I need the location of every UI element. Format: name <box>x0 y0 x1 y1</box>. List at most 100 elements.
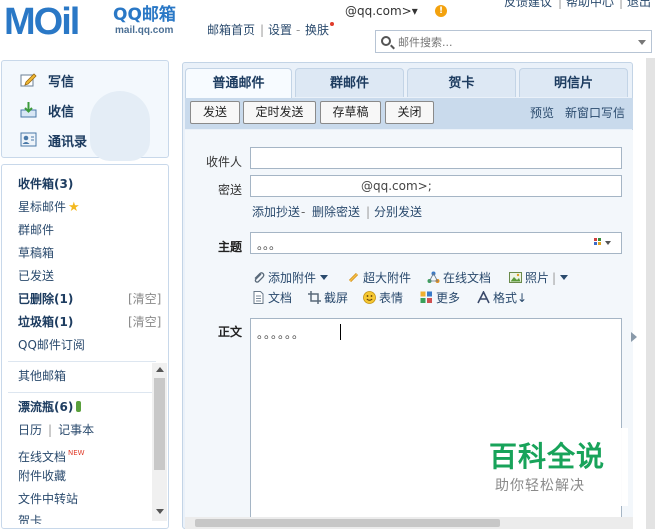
online-doc-label: 在线文档 <box>443 271 492 285</box>
more-button[interactable]: 更多 <box>420 291 460 305</box>
folder-attachments[interactable]: 附件收藏 <box>18 469 66 483</box>
folder-drift-bottle[interactable]: 漂流瓶(6) <box>18 400 82 414</box>
folder-inbox[interactable]: 收件箱(3) <box>18 177 73 191</box>
toplink-separator: | <box>619 0 624 9</box>
folder-group-mail[interactable]: 群邮件 <box>18 223 54 237</box>
nav-change-skin[interactable]: 换肤 <box>305 23 329 37</box>
add-cc-link[interactable]: 添加抄送 <box>252 205 300 219</box>
nav-separator: | <box>260 23 265 37</box>
logout-link[interactable]: 退出 <box>627 0 651 9</box>
page-scrollbar[interactable] <box>646 58 655 529</box>
emoticon-button[interactable]: 表情 <box>363 291 403 305</box>
format-button[interactable]: 格式↓ <box>477 291 527 305</box>
large-attachment-label: 超大附件 <box>363 271 412 285</box>
expand-panel-arrow-icon[interactable] <box>631 332 637 342</box>
feedback-link[interactable]: 反馈建议 <box>504 0 552 9</box>
folder-online-docs[interactable]: 在线文档 NEW <box>18 446 85 464</box>
inbox-download-icon <box>20 102 37 118</box>
tab-normal-mail[interactable]: 普通邮件 <box>185 68 292 100</box>
mail-search-box[interactable] <box>375 30 652 53</box>
folder-drafts[interactable]: 草稿箱 <box>18 246 54 260</box>
color-grid-icon[interactable] <box>594 238 612 248</box>
screenshot-button[interactable]: 截屏 <box>308 291 348 305</box>
photo-button[interactable]: 照片 | <box>509 271 569 285</box>
send-button[interactable]: 发送 <box>190 101 240 124</box>
document-icon <box>253 291 264 304</box>
pencil-icon <box>20 73 37 87</box>
folder-sent[interactable]: 已发送 <box>18 269 54 283</box>
bcc-field[interactable]: @qq.com>; <box>250 175 622 197</box>
account-name[interactable]: @qq.com>▾ <box>345 4 418 18</box>
write-mail-label: 写信 <box>48 75 75 90</box>
sublink-separator: | <box>366 205 371 219</box>
nav-settings[interactable]: 设置 <box>268 23 292 37</box>
new-window-compose-link[interactable]: 新窗口写信 <box>565 106 625 120</box>
format-text-icon <box>477 291 490 304</box>
watermark-title: 百科全说 <box>489 440 606 473</box>
folder-divider <box>8 392 156 393</box>
clear-spam-link[interactable]: [清空] <box>128 315 161 329</box>
search-icon <box>381 36 391 46</box>
photo-icon <box>509 272 522 283</box>
document-button[interactable]: 文档 <box>252 291 292 305</box>
add-attachment-button[interactable]: 添加附件 <box>252 271 329 285</box>
subject-field-value: 。。。 <box>257 238 282 252</box>
large-attachment-button[interactable]: 超大附件 <box>347 271 411 285</box>
subject-field[interactable]: 。。。 <box>250 232 622 254</box>
folder-starred-label: 星标邮件 <box>18 200 67 214</box>
tab-postcard[interactable]: 明信片 <box>519 68 628 97</box>
to-field[interactable] <box>250 147 622 169</box>
folder-scrollbar-thumb[interactable] <box>154 378 165 470</box>
scroll-up-icon[interactable] <box>156 367 164 372</box>
remove-bcc-link[interactable]: 删除密送 <box>312 205 360 219</box>
emoticon-label: 表情 <box>379 291 404 305</box>
add-attachment-label: 添加附件 <box>268 271 317 285</box>
folder-other-mailbox[interactable]: 其他邮箱 <box>18 369 66 383</box>
chevron-down-icon[interactable] <box>320 275 329 280</box>
chevron-down-icon[interactable] <box>560 275 569 280</box>
online-doc-button[interactable]: 在线文档 <box>427 271 491 285</box>
text-caret <box>340 324 341 340</box>
qq-mail-logo[interactable]: MOil <box>4 2 80 42</box>
help-center-link[interactable]: 帮助中心 <box>566 0 614 9</box>
save-draft-button[interactable]: 存草稿 <box>320 101 381 124</box>
folder-starred[interactable]: 星标邮件 ★ <box>18 200 80 215</box>
folder-subscriptions[interactable]: QQ邮件订阅 <box>18 338 85 352</box>
bottle-icon <box>76 401 82 412</box>
paperclip-icon <box>254 272 265 283</box>
folder-calendar-row: 日历 | 记事本 <box>18 423 94 437</box>
drift-bottle-label: 漂流瓶(6) <box>18 400 74 414</box>
folder-deleted[interactable]: 已删除(1) <box>18 292 73 306</box>
horizontal-scrollbar-thumb[interactable] <box>195 519 500 527</box>
skin-new-dot <box>330 22 334 26</box>
body-label: 正文 <box>217 325 242 339</box>
separate-send-link[interactable]: 分别发送 <box>374 205 422 219</box>
to-label: 收件人 <box>205 155 242 169</box>
screenshot-label: 截屏 <box>324 291 349 305</box>
watermark-subtitle: 助你轻松解决 <box>495 478 585 494</box>
scroll-down-icon[interactable] <box>156 509 164 514</box>
quick-actions-panel: 写信 收信 通讯录 <box>1 60 169 161</box>
tab-greeting-card[interactable]: 贺卡 <box>407 68 516 97</box>
large-clip-icon <box>348 272 359 283</box>
folder-file-transfer[interactable]: 文件中转站 <box>18 492 78 506</box>
brand-url: mail.qq.com <box>115 25 174 36</box>
chevron-down-icon[interactable] <box>638 40 646 45</box>
clear-deleted-link[interactable]: [清空] <box>128 292 161 306</box>
smiley-icon <box>363 291 376 304</box>
bcc-label: 密送 <box>217 183 242 197</box>
nav-mailbox-home[interactable]: 邮箱首页 <box>207 23 255 37</box>
contacts-label: 通讯录 <box>48 135 88 150</box>
mail-search-input[interactable] <box>398 34 628 50</box>
scheduled-send-button[interactable]: 定时发送 <box>243 101 316 124</box>
folder-greeting-card[interactable]: 贺卡 <box>18 514 42 524</box>
warning-icon[interactable]: ! <box>435 5 447 17</box>
calendar-link[interactable]: 日历 <box>18 423 42 437</box>
bcc-field-value: @qq.com>; <box>361 179 432 193</box>
notebook-link[interactable]: 记事本 <box>58 423 94 437</box>
photo-separator: | <box>552 271 557 285</box>
preview-link[interactable]: 预览 <box>530 106 554 120</box>
tab-group-mail[interactable]: 群邮件 <box>295 68 404 97</box>
folder-spam[interactable]: 垃圾箱(1) <box>18 315 73 329</box>
close-button[interactable]: 关闭 <box>385 101 434 124</box>
